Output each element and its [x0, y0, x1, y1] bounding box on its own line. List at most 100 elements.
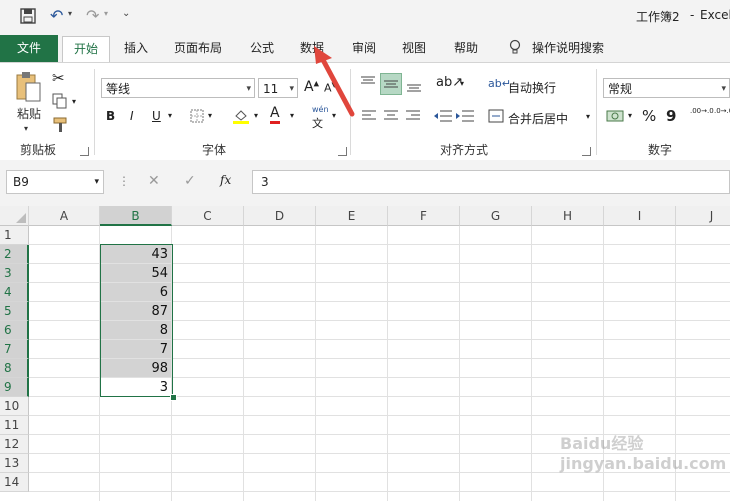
tab-page-layout[interactable]: 页面布局	[174, 39, 222, 56]
decrease-decimal-button[interactable]: .0→.00	[714, 107, 730, 115]
row-header-13[interactable]: 13	[0, 454, 29, 473]
underline-button[interactable]: U	[152, 109, 161, 123]
save-icon[interactable]	[20, 8, 36, 27]
decrease-indent-icon[interactable]	[434, 109, 452, 126]
fill-color-dropdown-icon[interactable]: ▾	[254, 111, 258, 120]
row-header-11[interactable]: 11	[0, 416, 29, 435]
tab-home[interactable]: 开始	[62, 36, 110, 63]
tab-insert[interactable]: 插入	[124, 39, 148, 56]
borders-dropdown-icon[interactable]: ▾	[208, 111, 212, 120]
redo-dropdown-icon[interactable]: ▾	[104, 9, 108, 18]
merge-dropdown-icon[interactable]: ▾	[586, 112, 590, 121]
align-center-icon[interactable]	[384, 109, 398, 126]
column-header-d[interactable]: D	[244, 206, 316, 226]
confirm-entry-icon[interactable]: ✓	[184, 173, 196, 189]
italic-button[interactable]: I	[130, 109, 134, 123]
row-header-7[interactable]: 7	[0, 340, 29, 359]
name-box[interactable]: B9 ▾	[6, 170, 104, 194]
column-header-a[interactable]: A	[29, 206, 100, 226]
redo-icon[interactable]: ↷	[86, 6, 99, 25]
align-middle-icon[interactable]	[380, 73, 402, 95]
font-launcher-icon[interactable]	[338, 147, 347, 156]
clipboard-group-label: 剪贴板	[20, 143, 57, 157]
tell-me-search[interactable]: 操作说明搜索	[532, 39, 604, 56]
column-header-g[interactable]: G	[460, 206, 532, 226]
row-header-5[interactable]: 5	[0, 302, 29, 321]
font-color-dropdown-icon[interactable]: ▾	[290, 111, 294, 120]
name-box-value: B9	[13, 175, 29, 189]
select-all-corner[interactable]	[0, 206, 29, 226]
row-header-12[interactable]: 12	[0, 435, 29, 454]
font-size-value: 11	[263, 82, 279, 96]
align-top-icon[interactable]	[360, 75, 376, 94]
tab-formulas[interactable]: 公式	[250, 39, 274, 56]
insert-function-button[interactable]: fx	[220, 173, 231, 187]
font-name-select[interactable]: 等线 ▾	[101, 78, 255, 98]
borders-icon[interactable]	[190, 109, 204, 126]
align-right-icon[interactable]	[406, 109, 420, 126]
fill-color-icon[interactable]	[232, 107, 250, 128]
percent-style-button[interactable]: %	[642, 107, 656, 125]
tab-view[interactable]: 视图	[402, 39, 426, 56]
fill-handle[interactable]	[170, 394, 177, 401]
column-header-j[interactable]: J	[676, 206, 730, 226]
paste-button[interactable]	[14, 71, 44, 106]
orientation-dropdown-icon[interactable]: ▾	[460, 79, 464, 88]
row-header-3[interactable]: 3	[0, 264, 29, 283]
column-header-c[interactable]: C	[172, 206, 244, 226]
copy-dropdown-icon[interactable]: ▾	[72, 97, 76, 106]
font-color-button[interactable]: A	[270, 105, 280, 124]
align-bottom-icon[interactable]	[406, 77, 422, 96]
row-header-1[interactable]: 1	[0, 226, 29, 245]
grid-hline	[29, 491, 730, 492]
underline-dropdown-icon[interactable]: ▾	[168, 111, 172, 120]
font-group-label: 字体	[202, 143, 227, 157]
formula-input[interactable]: 3	[252, 170, 730, 194]
column-header-i[interactable]: I	[604, 206, 676, 226]
copy-icon[interactable]	[52, 93, 68, 112]
paste-dropdown-icon[interactable]: ▾	[24, 120, 28, 138]
customize-toolbar-icon[interactable]: ⌄	[122, 8, 130, 19]
bold-button[interactable]: B	[106, 109, 115, 123]
cut-icon[interactable]: ✂	[52, 69, 65, 87]
title-separator: -	[690, 8, 695, 22]
comma-style-button[interactable]: 9	[666, 107, 676, 125]
grid-hline	[29, 415, 730, 416]
row-header-8[interactable]: 8	[0, 359, 29, 378]
undo-icon[interactable]: ↶	[50, 6, 63, 25]
font-name-dropdown-icon: ▾	[246, 84, 251, 94]
accounting-format-icon[interactable]	[606, 109, 624, 126]
increase-decimal-button[interactable]: .00→.0	[690, 107, 714, 115]
number-format-select[interactable]: 常规 ▾	[603, 78, 730, 98]
wrap-text-button[interactable]: 自动换行	[508, 79, 556, 96]
column-header-b[interactable]: B	[100, 206, 172, 226]
formula-bar-grip-icon[interactable]: ⋮	[118, 174, 130, 188]
column-header-e[interactable]: E	[316, 206, 388, 226]
cell-b1[interactable]	[100, 226, 171, 244]
row-header-6[interactable]: 6	[0, 321, 29, 340]
row-header-9[interactable]: 9	[0, 378, 29, 397]
row-header-10[interactable]: 10	[0, 397, 29, 416]
tab-file[interactable]: 文件	[0, 35, 58, 62]
increase-indent-icon[interactable]	[456, 109, 474, 126]
merge-center-button[interactable]: 合并后居中	[508, 110, 568, 127]
align-left-icon[interactable]	[362, 109, 376, 126]
undo-dropdown-icon[interactable]: ▾	[68, 9, 72, 18]
column-header-h[interactable]: H	[532, 206, 604, 226]
grid-vline	[531, 226, 532, 501]
column-header-f[interactable]: F	[388, 206, 460, 226]
workbook-name: 工作簿2	[636, 10, 680, 24]
row-header-4[interactable]: 4	[0, 283, 29, 302]
font-size-select[interactable]: 11 ▾	[258, 78, 298, 98]
cancel-entry-icon[interactable]: ✕	[148, 173, 160, 189]
format-painter-icon[interactable]	[52, 117, 70, 136]
paste-label[interactable]: 粘贴	[14, 105, 44, 123]
clipboard-launcher-icon[interactable]	[80, 147, 89, 156]
tab-help[interactable]: 帮助	[454, 39, 478, 56]
row-header-14[interactable]: 14	[0, 473, 29, 492]
ribbon-tabs: 文件 开始 插入 页面布局 公式 数据 审阅 视图 帮助 操作说明搜索	[0, 32, 730, 63]
name-box-dropdown-icon: ▾	[94, 177, 99, 187]
accounting-dropdown-icon[interactable]: ▾	[628, 111, 632, 120]
alignment-launcher-icon[interactable]	[582, 147, 591, 156]
row-header-2[interactable]: 2	[0, 245, 29, 264]
